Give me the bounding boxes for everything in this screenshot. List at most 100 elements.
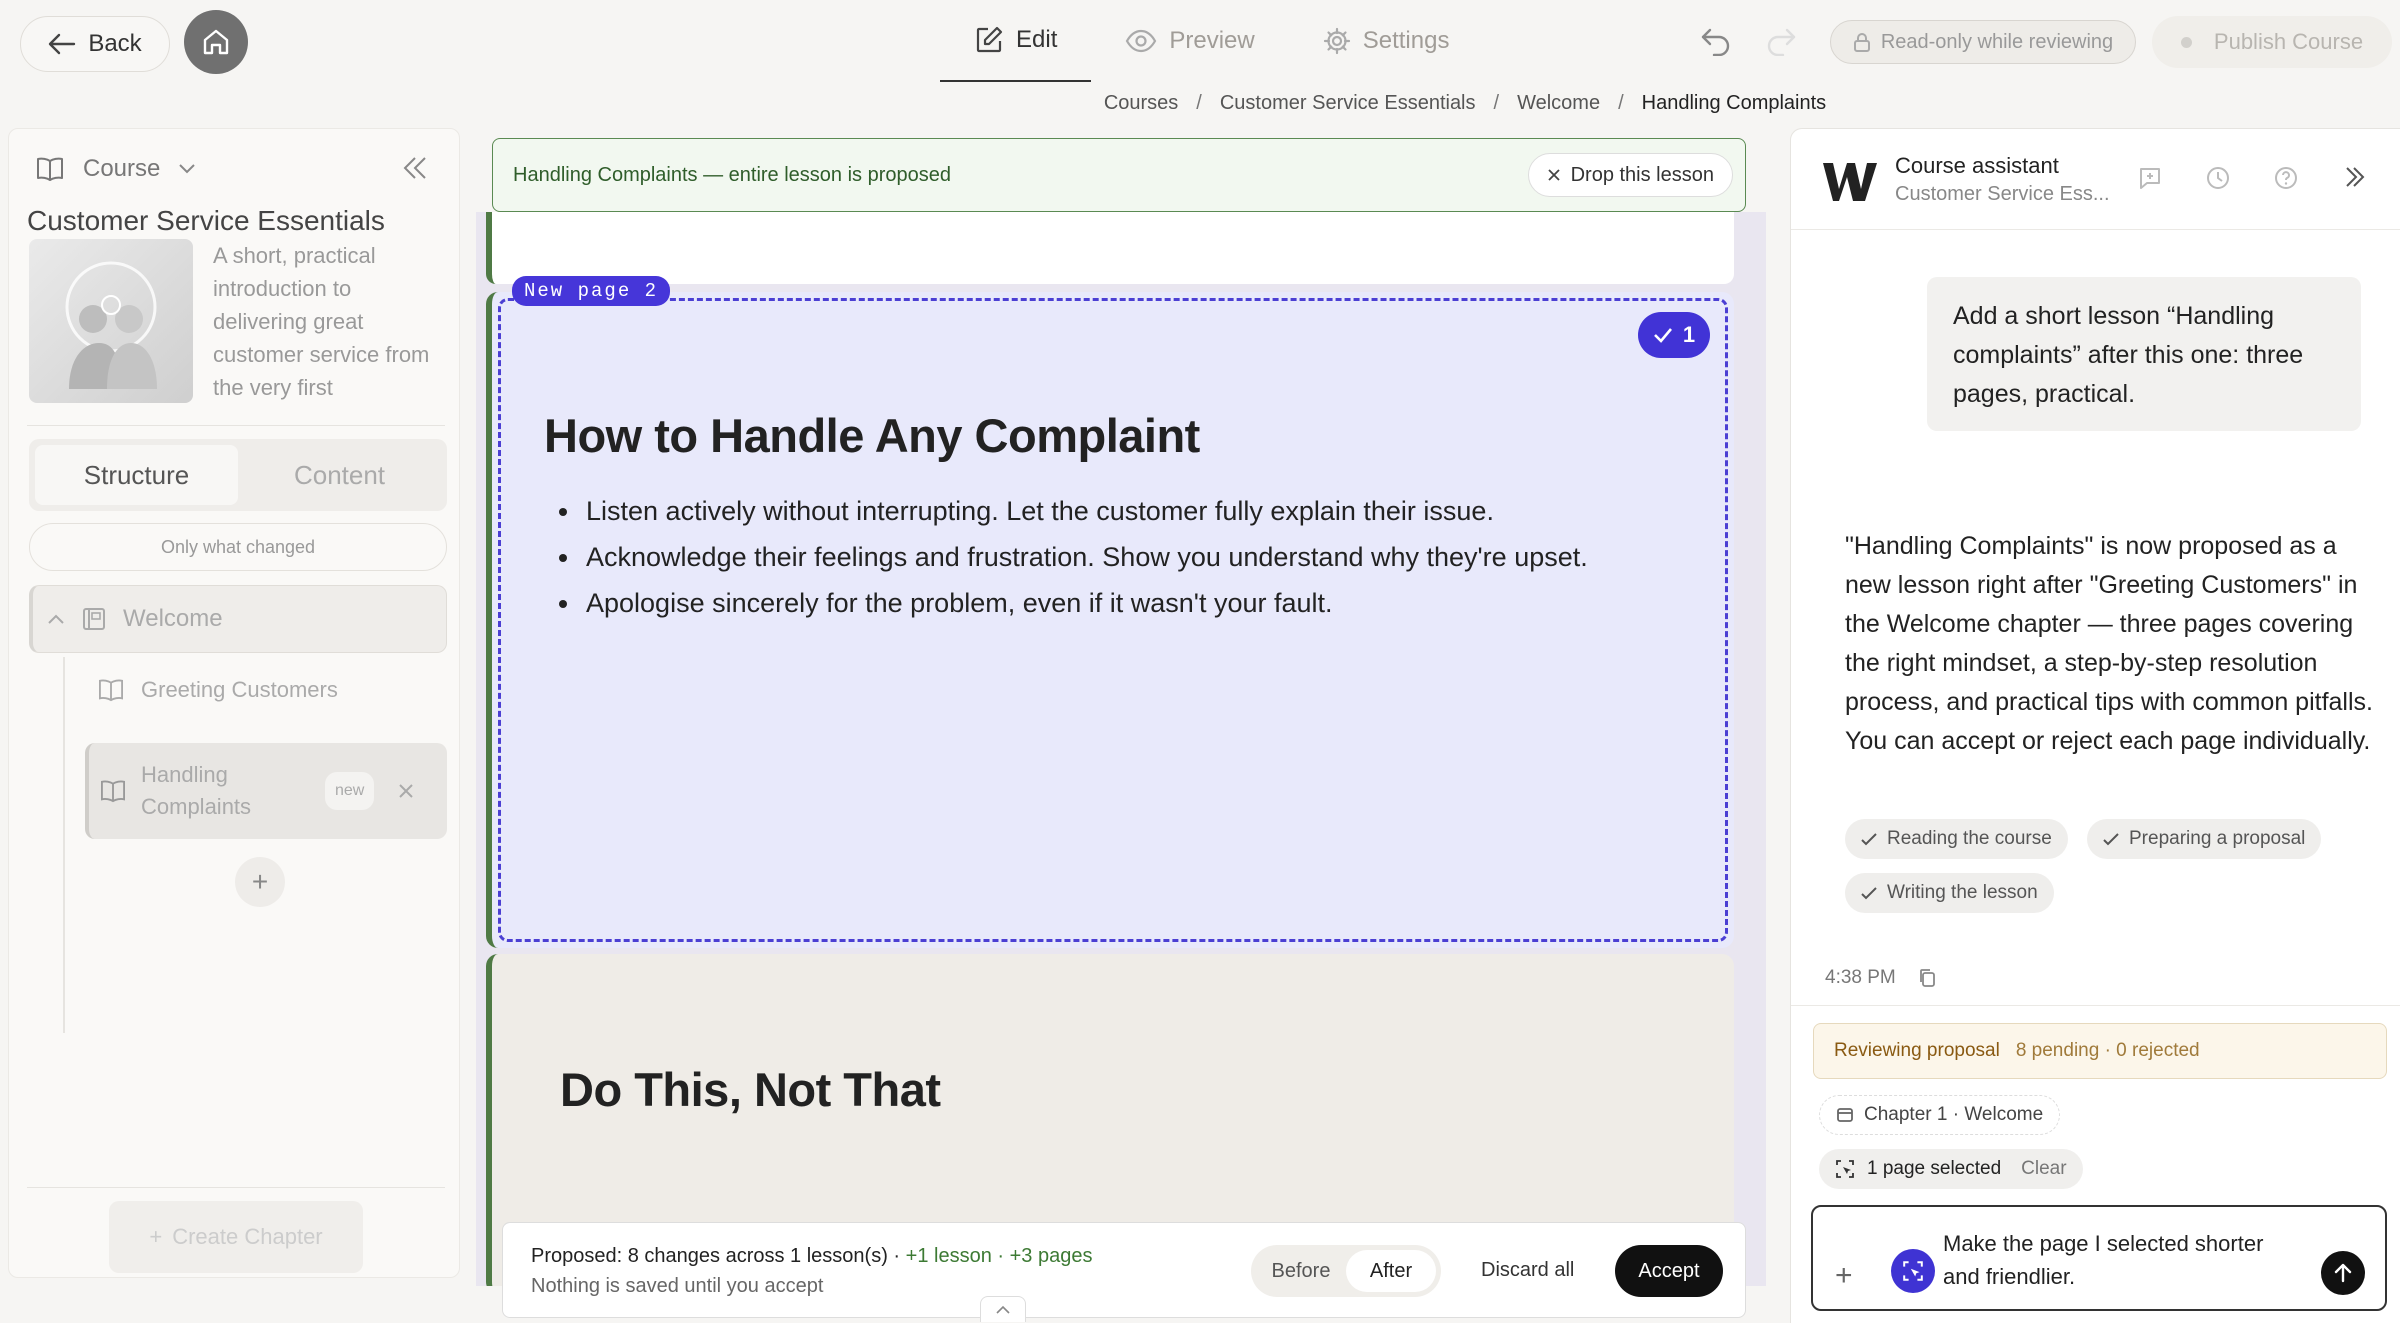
message-composer[interactable]: + Make the page I selected shorter and f…: [1811, 1205, 2387, 1311]
tab-edit[interactable]: Edit: [940, 0, 1092, 82]
double-chevron-right-icon[interactable]: [2343, 165, 2367, 189]
mode-tabs: Edit Preview Settings: [940, 0, 1483, 82]
breadcrumb-chapter[interactable]: Welcome: [1517, 92, 1600, 115]
help-icon[interactable]: [2273, 165, 2299, 191]
tab-edit-label: Edit: [1016, 26, 1058, 53]
breadcrumb-course[interactable]: Customer Service Essentials: [1220, 92, 1476, 115]
summary-text: Proposed: 8 changes across 1 lesson(s) ·: [531, 1245, 906, 1267]
only-changed-filter[interactable]: Only what changed: [29, 523, 447, 571]
clear-selection-button[interactable]: Clear: [2021, 1158, 2066, 1180]
composer-input[interactable]: Make the page I selected shorter and fri…: [1943, 1227, 2283, 1293]
new-chat-icon[interactable]: [2137, 165, 2163, 191]
review-status-bar: Reviewing proposal 8 pending · 0 rejecte…: [1813, 1023, 2387, 1079]
divider: [1791, 1005, 2400, 1006]
tab-settings[interactable]: Settings: [1289, 0, 1484, 82]
chapter-chip-label: Chapter 1 · Welcome: [1864, 1104, 2044, 1125]
create-chapter-label: Create Chapter: [172, 1224, 323, 1249]
check-icon: [2103, 832, 2119, 846]
breadcrumb-separator: /: [1618, 92, 1624, 114]
top-bar: Back Edit Preview Settings Read-only whi…: [0, 0, 2400, 84]
breadcrumb: Courses / Customer Service Essentials / …: [0, 92, 2400, 115]
eye-icon: [1125, 29, 1157, 53]
chevron-up-icon: [47, 613, 65, 625]
timestamp-text: 4:38 PM: [1825, 967, 1896, 988]
undo-button[interactable]: [1700, 26, 1732, 56]
tab-content[interactable]: Content: [238, 445, 441, 505]
tab-structure[interactable]: Structure: [35, 445, 238, 505]
lesson-canvas: New page 2 1 How to Handle Any Complaint…: [476, 212, 1766, 1286]
add-lesson-button[interactable]: +: [235, 857, 285, 907]
tab-preview-label: Preview: [1169, 27, 1255, 54]
send-button[interactable]: [2321, 1251, 2365, 1295]
tab-preview[interactable]: Preview: [1091, 0, 1288, 82]
selection-chip: 1 page selected Clear: [1819, 1149, 2083, 1189]
discard-all-button[interactable]: Discard all: [1481, 1259, 1574, 1282]
lock-icon: [1853, 32, 1871, 52]
history-icon[interactable]: [2205, 165, 2231, 191]
assistant-name: Course assistant: [1895, 153, 2059, 178]
close-icon[interactable]: [398, 783, 414, 799]
double-chevron-left-icon: [401, 155, 429, 181]
review-label: Reviewing proposal: [1834, 1040, 2000, 1061]
close-icon: [1547, 168, 1561, 182]
status-dot-icon: [2180, 36, 2192, 48]
lesson-page-1[interactable]: [486, 212, 1734, 284]
chapter-icon: [81, 606, 107, 632]
step-chip: Writing the lesson: [1845, 873, 2054, 913]
course-sidebar: Course Customer Service Essentials A sho…: [8, 128, 460, 1278]
tree-line: [63, 657, 65, 1033]
redo-button[interactable]: [1765, 26, 1797, 56]
breadcrumb-separator: /: [1196, 92, 1202, 114]
undo-icon: [1700, 26, 1732, 56]
bullet-list: Listen actively without interrupting. Le…: [582, 488, 1588, 626]
publish-label: Publish Course: [2213, 29, 2364, 54]
drop-lesson-button[interactable]: Drop this lesson: [1527, 153, 1733, 197]
accept-button[interactable]: Accept: [1615, 1245, 1723, 1297]
selection-icon: [1835, 1159, 1855, 1179]
course-thumbnail: [29, 239, 193, 403]
breadcrumb-courses[interactable]: Courses: [1104, 92, 1178, 115]
review-counts: 8 pending · 0 rejected: [2015, 1040, 2200, 1061]
assistant-panel: Course assistant Customer Service Ess...…: [1790, 128, 2400, 1323]
save-note: Nothing is saved until you accept: [531, 1275, 824, 1297]
book-icon: [97, 678, 125, 702]
added-counts: +1 lesson · +3 pages: [905, 1245, 1093, 1267]
chapter-item-welcome[interactable]: Welcome: [29, 585, 447, 653]
edit-icon: [974, 25, 1004, 55]
lesson-item-handling-complaints[interactable]: Handling Complaints new: [85, 743, 447, 839]
plus-icon: +: [149, 1224, 163, 1249]
after-button[interactable]: After: [1346, 1250, 1436, 1292]
redo-icon: [1765, 26, 1797, 56]
accept-count-badge[interactable]: 1: [1638, 312, 1710, 358]
divider: [27, 1187, 445, 1188]
divider: [1791, 229, 2400, 230]
banner-text: Handling Complaints — entire lesson is p…: [513, 163, 952, 186]
step-label: Preparing a proposal: [2129, 828, 2306, 849]
before-button[interactable]: Before: [1256, 1250, 1346, 1292]
step-label: Writing the lesson: [1887, 882, 2038, 903]
collapse-sidebar-button[interactable]: [401, 155, 429, 181]
lesson-label: Greeting Customers: [141, 677, 338, 702]
home-button[interactable]: [184, 10, 248, 74]
book-icon: [35, 156, 65, 182]
attach-plus-icon[interactable]: +: [1835, 1259, 1853, 1293]
lesson-label: Handling Complaints: [141, 762, 252, 819]
user-message: Add a short lesson “Handling complaints”…: [1927, 277, 2361, 431]
course-selector[interactable]: Course: [35, 155, 196, 183]
badge-count: 1: [1682, 322, 1696, 347]
gear-icon: [1323, 27, 1351, 55]
back-button[interactable]: Back: [20, 16, 170, 72]
context-chip-chapter[interactable]: Chapter 1 · Welcome: [1819, 1095, 2061, 1135]
publish-course-button[interactable]: Publish Course: [2152, 16, 2392, 68]
view-segmented-control: Structure Content: [29, 439, 447, 511]
check-icon: [1861, 832, 1877, 846]
create-chapter-button[interactable]: + Create Chapter: [109, 1201, 363, 1273]
before-after-toggle: Before After: [1251, 1245, 1441, 1297]
arrow-left-icon: [48, 33, 76, 55]
drop-label: Drop this lesson: [1570, 163, 1714, 186]
expand-bar-button[interactable]: [980, 1296, 1026, 1322]
copy-icon[interactable]: [1918, 968, 1936, 988]
list-item: Acknowledge their feelings and frustrati…: [582, 534, 1588, 580]
select-page-button[interactable]: [1891, 1249, 1935, 1293]
lesson-item-greeting-customers[interactable]: Greeting Customers: [97, 677, 338, 703]
